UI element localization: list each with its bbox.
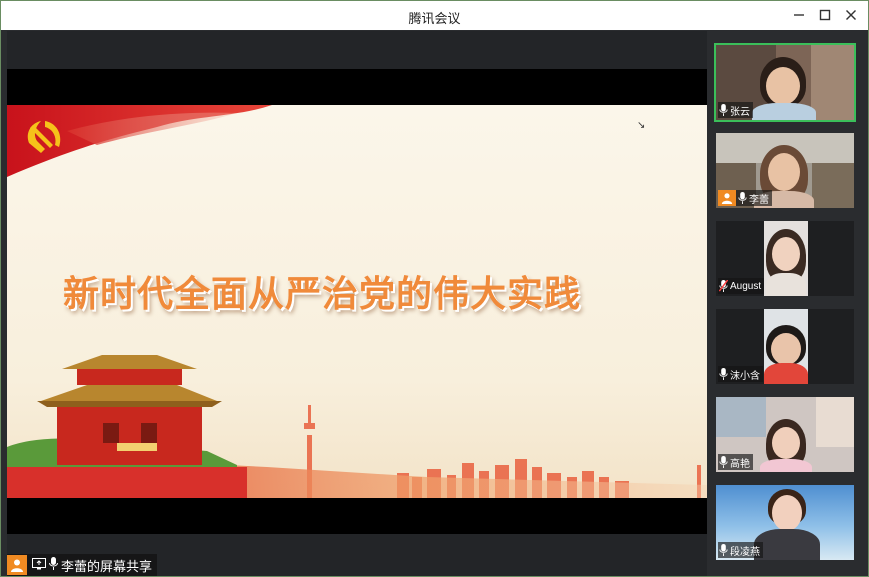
mic-muted-icon (719, 280, 728, 292)
participant-tile[interactable]: 李蕾 (714, 131, 856, 210)
screen-share-badge: 李蕾的屏幕共享 (7, 554, 158, 576)
participant-name-tag: 张云 (718, 102, 753, 118)
participant-tile[interactable]: August (714, 219, 856, 298)
minimize-icon (794, 14, 804, 16)
screen-share-label: 李蕾的屏幕共享 (61, 558, 153, 574)
mic-icon (719, 456, 728, 468)
maximize-icon (819, 9, 831, 21)
window-title: 腾讯会议 (408, 11, 461, 26)
participant-name-tag: 沫小含 (718, 366, 763, 382)
letterbox-bottom (7, 498, 707, 534)
participant-tile[interactable]: 张云 (714, 43, 856, 122)
close-button[interactable] (840, 5, 862, 25)
participant-tile[interactable]: 段凌燕 (714, 483, 856, 562)
participant-gallery[interactable]: 张云 李蕾 August 沫小含 高艳 段凌燕 (707, 31, 868, 576)
tiananmen-illustration (7, 355, 247, 498)
slide-title: 新时代全面从严治党的伟大实践 (62, 274, 581, 315)
letterbox-top (7, 69, 707, 105)
presentation-slide: 新时代全面从严治党的伟大实践 ↘ (7, 105, 707, 498)
participant-name-tag: August (718, 278, 765, 294)
participant-name-tag: 李蕾 (718, 190, 772, 206)
participant-tile[interactable]: 高艳 (714, 395, 856, 474)
host-avatar-icon (7, 555, 27, 575)
mouse-cursor-icon: ↘ (637, 120, 646, 131)
mic-icon (719, 368, 728, 380)
shared-screen-area[interactable]: 新时代全面从严治党的伟大实践 ↘ (7, 31, 707, 576)
mic-icon (49, 557, 58, 573)
participant-name-tag: 高艳 (718, 454, 753, 470)
host-avatar-icon (718, 190, 736, 206)
screen-share-icon (32, 557, 46, 573)
meeting-window: 腾讯会议 新时代全面从严治党的伟大实践 ↘ 李蕾的屏幕共享 张云 李蕾 Augu… (0, 0, 869, 577)
mic-icon (719, 544, 728, 556)
participant-tile[interactable]: 沫小含 (714, 307, 856, 386)
close-icon (846, 10, 856, 20)
mic-icon (738, 192, 747, 204)
mic-icon (719, 104, 728, 116)
maximize-button[interactable] (814, 5, 836, 25)
title-bar[interactable]: 腾讯会议 (1, 1, 868, 30)
participant-name-tag: 段凌燕 (718, 542, 763, 558)
minimize-button[interactable] (788, 5, 810, 25)
